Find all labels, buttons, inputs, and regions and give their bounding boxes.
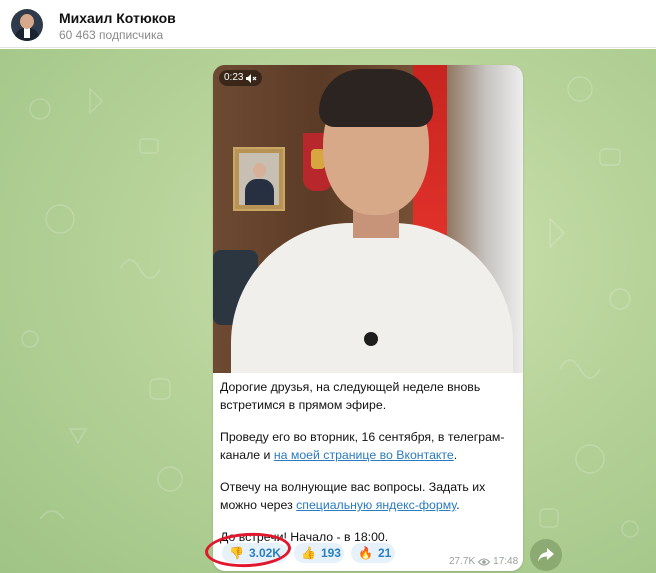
reaction-count: 21	[377, 546, 392, 560]
post-paragraph-2-end: .	[453, 448, 458, 462]
share-button[interactable]	[530, 539, 562, 571]
speaker-hair	[319, 69, 433, 127]
eye-icon	[478, 558, 491, 565]
portrait-face	[253, 163, 266, 178]
fire-icon: 🔥	[358, 546, 373, 560]
share-arrow-icon	[538, 548, 554, 562]
thumbs-up-icon: 👍	[301, 546, 316, 560]
post-paragraph-2: Проведу его во вторник, 16 сентября, в т…	[220, 428, 518, 464]
reaction-thumbs-up[interactable]: 👍 193	[294, 543, 344, 563]
video-duration-badge[interactable]: 0:23	[219, 70, 263, 86]
subscriber-count: 60 463 подписчика	[59, 28, 164, 42]
avatar-face	[20, 14, 34, 29]
reaction-count: 193	[320, 546, 341, 560]
post-time: 17:48	[493, 556, 519, 567]
portrait-canvas	[239, 153, 279, 205]
lapel-microphone	[364, 332, 378, 346]
reaction-fire[interactable]: 🔥 21	[351, 543, 395, 563]
view-count: 27.7K	[449, 556, 476, 567]
channel-avatar[interactable]	[11, 9, 43, 41]
post-paragraph-3: Отвечу на волнующие вас вопросы. Задать …	[220, 478, 518, 514]
video-duration: 0:23	[224, 72, 244, 83]
muted-speaker-icon	[246, 73, 257, 83]
post-paragraph-3-end: .	[456, 498, 460, 512]
channel-header: Михаил Котюков 60 463 подписчика	[0, 0, 656, 48]
post-paragraph-1: Дорогие друзья, на следующей неделе внов…	[220, 380, 481, 412]
post-card: 0:23 Дорогие друзья, на следующей неделе…	[213, 65, 523, 571]
vk-page-link[interactable]: на моей странице во Вконтакте	[274, 448, 454, 462]
wall-portrait	[233, 147, 285, 211]
post-meta: 27.7K 17:48	[449, 556, 518, 567]
avatar-shirt	[24, 28, 30, 38]
yandex-form-link[interactable]: специальную яндекс-форму	[296, 498, 456, 512]
video-player[interactable]: 0:23	[213, 65, 523, 373]
portrait-suit	[245, 179, 274, 205]
channel-name[interactable]: Михаил Котюков	[59, 10, 176, 26]
